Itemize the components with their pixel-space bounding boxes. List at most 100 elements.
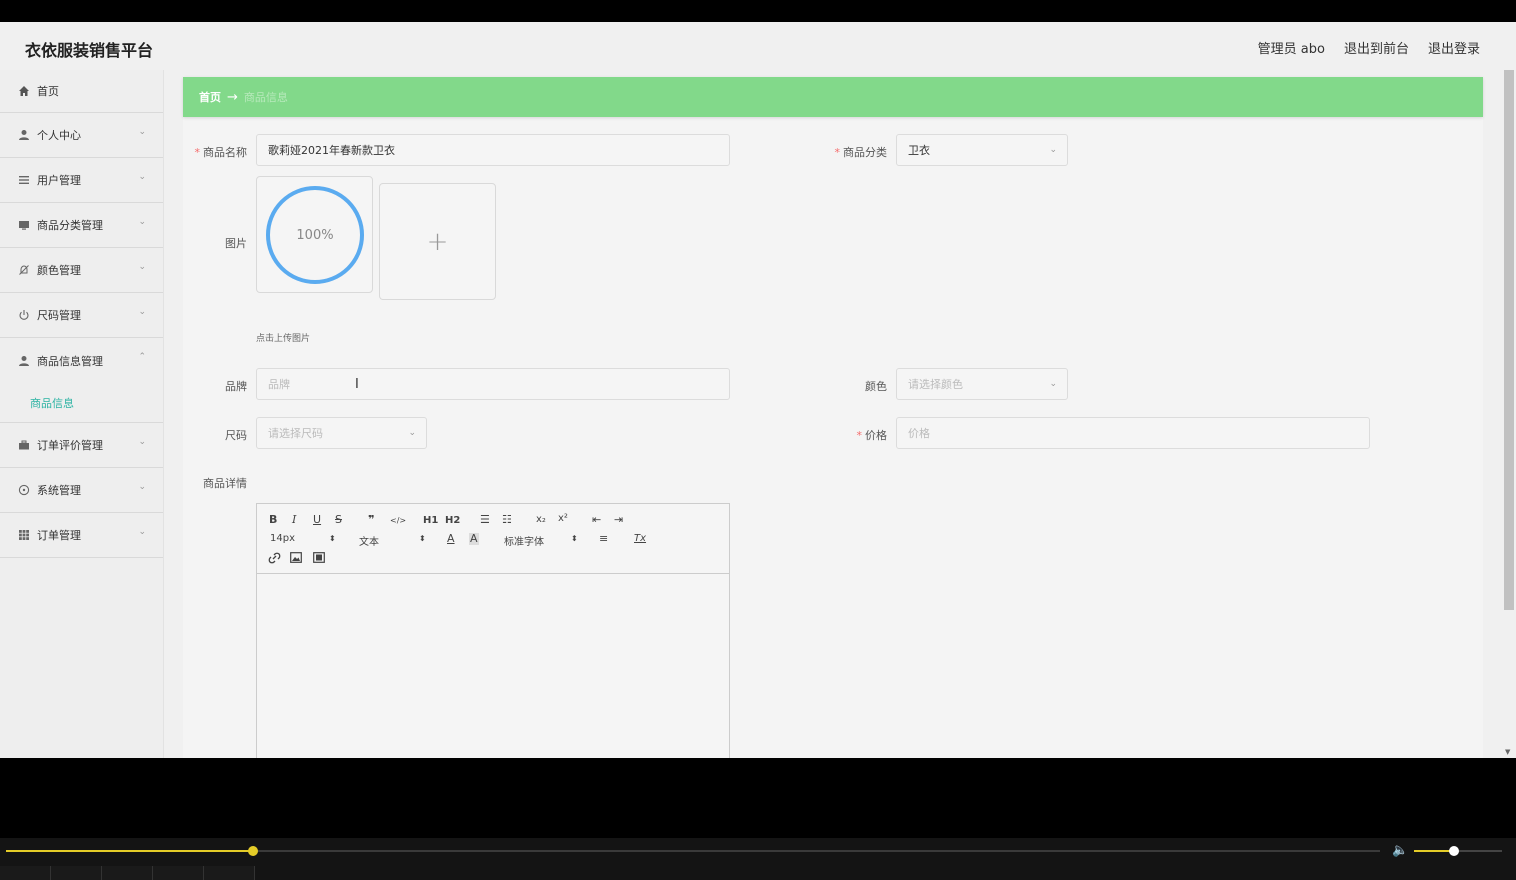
required-mark: * <box>194 146 201 159</box>
font-size-select[interactable]: 14px ⬍ <box>270 533 336 544</box>
volume-handle[interactable] <box>1448 846 1459 856</box>
plus-icon: + <box>426 226 449 257</box>
brand-label: 品牌 <box>183 378 247 394</box>
size-select[interactable]: 请选择尺码 ⌄ <box>256 417 427 449</box>
sidebar-item-category-management[interactable]: 商品分类管理 ⌄ <box>0 203 163 248</box>
indent-icon[interactable]: ⇥ <box>614 514 623 526</box>
list-icon <box>18 174 30 186</box>
label-text: 商品详情 <box>203 477 247 490</box>
sidebar-item-order-management[interactable]: 订单管理 ⌄ <box>0 513 163 558</box>
timeline-thumb[interactable] <box>102 866 153 880</box>
image-label: 图片 <box>183 235 247 251</box>
chevron-down-icon: ⌄ <box>1049 145 1057 155</box>
editor-body[interactable] <box>257 575 729 758</box>
top-links: 管理员 abo 退出到前台 退出登录 <box>1258 38 1480 57</box>
volume-icon[interactable]: 🔈 <box>1392 843 1408 858</box>
font-family-select[interactable]: 标准字体 ⬍ <box>504 533 580 548</box>
up-down-icon: ⬍ <box>329 534 336 543</box>
uploaded-image-thumbnail[interactable]: 100% <box>256 176 373 293</box>
upload-add-button[interactable]: + <box>379 183 496 300</box>
rich-text-editor: B I U S ❞ </> H1 H2 ☰ ☷ x₂ x² ⇤ ⇥ 14px ⬍ <box>256 503 730 758</box>
upload-progress-ring: 100% <box>266 186 364 284</box>
underline-button[interactable]: U <box>313 514 321 526</box>
playback-progress-fill <box>6 850 254 852</box>
sidebar-item-order-review-management[interactable]: 订单评价管理 ⌄ <box>0 423 163 468</box>
link-icon[interactable] <box>268 552 281 568</box>
chevron-down-icon: ⌄ <box>138 437 146 447</box>
code-button[interactable]: </> <box>390 515 406 527</box>
h1-button[interactable]: H1 <box>423 515 438 527</box>
price-input[interactable]: 价格 <box>896 417 1370 449</box>
sidebar-item-product-info-management[interactable]: 商品信息管理 ⌃ <box>0 338 163 383</box>
up-down-icon: ⬍ <box>419 534 426 543</box>
home-icon <box>18 85 30 97</box>
bullet-list-icon[interactable]: ☷ <box>502 514 512 526</box>
blockquote-button[interactable]: ❞ <box>368 514 374 526</box>
sidebar-subitem-product-info[interactable]: 商品信息 <box>0 383 163 423</box>
detail-label: 商品详情 <box>183 475 247 491</box>
superscript-button[interactable]: x² <box>558 513 568 525</box>
brand-input[interactable]: 品牌 I <box>256 368 730 400</box>
timeline-thumb[interactable] <box>0 866 51 880</box>
scroll-down-icon[interactable]: ▼ <box>1505 748 1510 756</box>
h2-button[interactable]: H2 <box>445 515 460 527</box>
sidebar-item-personal-center[interactable]: 个人中心 ⌄ <box>0 113 163 158</box>
chevron-down-icon: ⌄ <box>138 527 146 537</box>
image-icon[interactable] <box>290 552 302 566</box>
header-style-select[interactable]: 文本 ⬍ <box>359 533 426 548</box>
sidebar-item-user-management[interactable]: 用户管理 ⌄ <box>0 158 163 203</box>
strike-button[interactable]: S <box>335 514 342 526</box>
ordered-list-icon[interactable]: ☰ <box>480 514 490 526</box>
admin-user-label[interactable]: 管理员 abo <box>1258 38 1325 57</box>
sidebar-item-label: 商品信息管理 <box>37 354 103 368</box>
input-placeholder: 品牌 <box>268 378 290 391</box>
label-text: 品牌 <box>225 380 247 393</box>
playback-progress-bar[interactable] <box>6 846 1380 856</box>
app-title: 衣依服装销售平台 <box>25 41 154 60</box>
label-text: 商品名称 <box>203 146 247 159</box>
product-category-select[interactable]: 卫衣 ⌄ <box>896 134 1068 166</box>
volume-slider[interactable] <box>1414 846 1502 856</box>
outdent-icon[interactable]: ⇤ <box>592 514 601 526</box>
page-scrollbar[interactable]: ▼ <box>1503 70 1514 758</box>
italic-button[interactable]: I <box>292 514 296 526</box>
bold-button[interactable]: B <box>269 514 277 526</box>
upload-progress-text: 100% <box>296 228 333 243</box>
to-frontend-link[interactable]: 退出到前台 <box>1344 38 1409 57</box>
chevron-down-icon: ⌄ <box>408 428 416 438</box>
label-text: 颜色 <box>865 380 887 393</box>
timeline-thumbnails <box>0 866 1516 880</box>
font-color-button[interactable]: A <box>447 533 455 545</box>
subscript-button[interactable]: x₂ <box>536 514 546 526</box>
chevron-down-icon: ⌄ <box>138 127 146 137</box>
sidebar-item-size-management[interactable]: 尺码管理 ⌄ <box>0 293 163 338</box>
video-icon[interactable] <box>313 552 325 566</box>
label-text: 价格 <box>865 429 887 442</box>
background-color-button[interactable]: A <box>469 533 479 545</box>
playback-progress-handle[interactable] <box>248 846 259 856</box>
input-value: 歌莉娅2021年春新款卫衣 <box>268 144 395 157</box>
header-style-value: 文本 <box>359 537 379 548</box>
timeline-thumb[interactable] <box>51 866 102 880</box>
required-mark: * <box>856 429 863 442</box>
select-placeholder: 请选择颜色 <box>908 378 963 391</box>
timeline-thumb[interactable] <box>204 866 255 880</box>
breadcrumb: 首页 → 商品信息 <box>183 77 1483 117</box>
product-name-input[interactable]: 歌莉娅2021年春新款卫衣 <box>256 134 730 166</box>
required-mark: * <box>834 146 841 159</box>
sidebar-item-color-management[interactable]: 颜色管理 ⌄ <box>0 248 163 293</box>
timeline-thumb[interactable] <box>153 866 204 880</box>
breadcrumb-home[interactable]: 首页 <box>199 89 221 105</box>
chevron-down-icon: ⌄ <box>138 217 146 227</box>
main-content: 首页 → 商品信息 * 商品名称 歌莉娅2021年春新款卫衣 * 商品分类 卫衣 ⌄… <box>183 77 1483 758</box>
sidebar-item-label: 订单管理 <box>37 529 81 542</box>
font-family-value: 标准字体 <box>504 537 544 548</box>
logout-link[interactable]: 退出登录 <box>1428 38 1480 57</box>
sidebar-item-label: 商品分类管理 <box>37 219 103 232</box>
scrollbar-thumb[interactable] <box>1504 70 1514 610</box>
sidebar-item-system-management[interactable]: 系统管理 ⌄ <box>0 468 163 513</box>
sidebar-item-home[interactable]: 首页 <box>0 70 163 113</box>
color-select[interactable]: 请选择颜色 ⌄ <box>896 368 1068 400</box>
align-button[interactable]: ≡ <box>599 533 608 545</box>
clean-format-button[interactable]: Tx <box>634 533 646 545</box>
